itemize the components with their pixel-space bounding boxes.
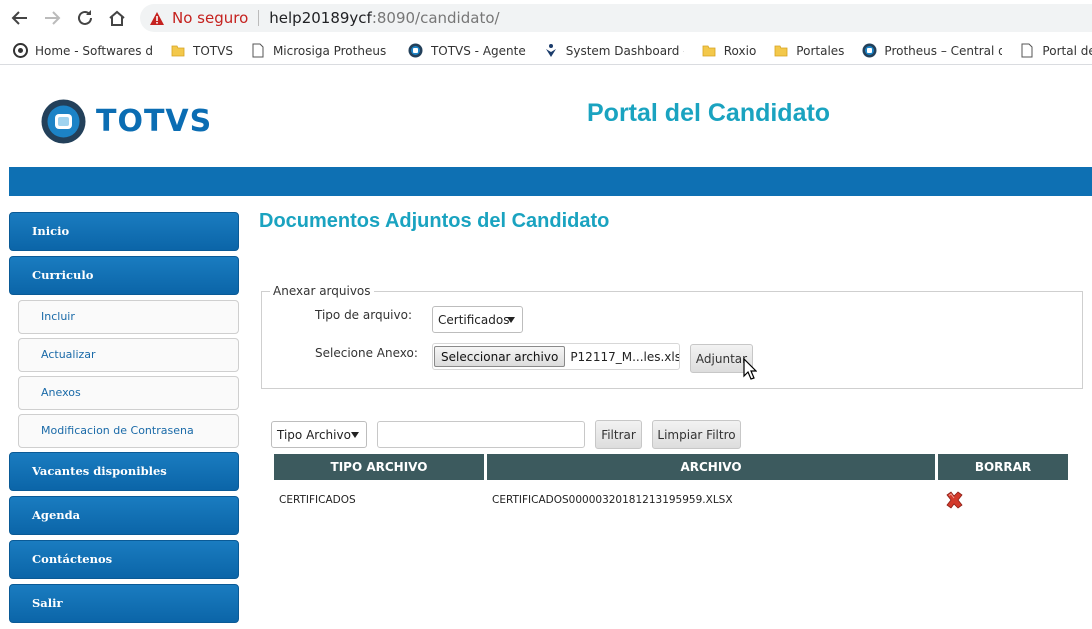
- logo-text: TOTVS: [96, 104, 213, 139]
- bookmark-item[interactable]: Home - Softwares de: [12, 43, 153, 59]
- attach-fieldset: [261, 291, 1083, 389]
- back-arrow-icon[interactable]: [8, 6, 32, 30]
- bookmark-item[interactable]: TOTVS - Agente: [408, 43, 526, 59]
- sidebar-item-incluir[interactable]: Incluir: [18, 300, 239, 334]
- file-type-label: Tipo de arquivo:: [315, 308, 413, 322]
- bookmark-label: TOTVS: [193, 43, 233, 58]
- chevron-down-icon: [351, 432, 359, 438]
- sidebar-item-actualizar[interactable]: Actualizar: [18, 338, 239, 372]
- totvs-blue-icon: [408, 43, 424, 59]
- bookmark-label: Portal de Nomin: [1042, 43, 1092, 58]
- chevron-down-icon: [507, 317, 515, 323]
- page-header: TOTVS Portal del Candidato: [0, 66, 1092, 167]
- reload-icon[interactable]: [73, 6, 97, 30]
- sidebar-item-curriculo[interactable]: Curriculo: [9, 256, 239, 295]
- sidebar-item-anexos[interactable]: Anexos: [18, 376, 239, 410]
- bookmark-label: Microsiga Protheus 1: [272, 43, 391, 58]
- bookmark-label: TOTVS - Agente: [430, 43, 526, 58]
- header-band: [9, 167, 1092, 196]
- choose-file-button[interactable]: Seleccionar archivo: [434, 346, 566, 367]
- forward-arrow-icon[interactable]: [40, 6, 64, 30]
- attach-legend: Anexar arquivos: [270, 284, 374, 298]
- sidebar-item-modificacion-de-contrasena[interactable]: Modificacion de Contrasena: [18, 414, 239, 448]
- sidebar-item-agenda[interactable]: Agenda: [9, 496, 239, 535]
- security-status[interactable]: No seguro: [172, 9, 248, 27]
- bookmark-label: Home - Softwares de: [35, 43, 153, 58]
- filter-text-input[interactable]: [377, 421, 585, 448]
- bookmark-label: System Dashboard -: [565, 43, 684, 58]
- sidebar-item-vacantes-disponibles[interactable]: Vacantes disponibles: [9, 452, 239, 491]
- totvs-circle-icon: [12, 43, 28, 59]
- bookmark-item[interactable]: Portal de Nomin: [1019, 43, 1092, 59]
- totvs-logo-icon: [41, 99, 86, 144]
- page-icon: [1019, 43, 1035, 59]
- bookmark-item[interactable]: TOTVS: [170, 43, 233, 59]
- filter-type-select[interactable]: Tipo Archivo: [271, 421, 367, 448]
- file-input[interactable]: Seleccionar archivo P12117_M...les.xlsx: [432, 343, 680, 370]
- sidebar-item-inicio[interactable]: Inicio: [9, 212, 239, 251]
- column-header-file-type: TIPO ARCHIVO: [274, 454, 484, 480]
- portal-title: Portal del Candidato: [587, 99, 831, 127]
- page-title: Documentos Adjuntos del Candidato: [259, 210, 610, 232]
- file-type-value: Certificados: [438, 312, 510, 327]
- row-file-name: CERTIFICADOS00000320181213195959.XLSX: [492, 494, 733, 506]
- url-host: help20189ycf: [269, 9, 372, 27]
- folder-icon: [773, 43, 789, 59]
- bookmark-item[interactable]: Microsiga Protheus 1: [250, 43, 391, 59]
- column-header-delete: BORRAR: [938, 454, 1068, 480]
- filter-type-value: Tipo Archivo: [277, 427, 351, 442]
- bookmark-label: Protheus – Central de: [884, 43, 1003, 58]
- bookmark-item[interactable]: System Dashboard -: [543, 43, 684, 59]
- bookmark-item[interactable]: Portales: [773, 43, 844, 59]
- browser-toolbar: No seguro help20189ycf:8090/candidato/: [0, 0, 1092, 36]
- omnibox-divider: [258, 10, 260, 26]
- delete-icon[interactable]: [944, 490, 964, 510]
- address-bar[interactable]: No seguro help20189ycf:8090/candidato/: [140, 4, 1092, 32]
- attach-button[interactable]: Adjuntar: [690, 344, 753, 373]
- sidebar-item-salir[interactable]: Salir: [9, 584, 239, 623]
- folder-icon: [701, 43, 717, 59]
- attachment-label: Selecione Anexo:: [315, 346, 418, 360]
- filter-button[interactable]: Filtrar: [595, 420, 642, 449]
- bookmark-item[interactable]: Roxio: [701, 43, 757, 59]
- page-icon: [250, 43, 266, 59]
- url-path: :8090/candidato/: [371, 9, 500, 27]
- bookmarks-bar: Home - Softwares de TOTVS Microsiga Prothe…: [0, 37, 1092, 65]
- totvs-blue-icon: [861, 43, 877, 59]
- folder-icon: [170, 43, 186, 59]
- clear-filter-button[interactable]: Limpiar Filtro: [652, 420, 741, 449]
- bookmark-label: Portales: [796, 43, 845, 58]
- dashboard-icon: [543, 43, 559, 59]
- bookmark-item[interactable]: Protheus – Central de: [861, 43, 1002, 59]
- sidebar-menu: Inicio Curriculo Incluir Actualizar Anexos Mo…: [9, 212, 239, 628]
- warning-icon: [148, 9, 166, 27]
- home-icon[interactable]: [105, 6, 129, 30]
- file-type-select[interactable]: Certificados: [432, 306, 523, 333]
- totvs-logo: TOTVS: [41, 99, 212, 144]
- sidebar-item-contactenos[interactable]: Contáctenos: [9, 540, 239, 579]
- bookmark-label: Roxio: [723, 43, 757, 58]
- selected-file-name: P12117_M...les.xlsx: [570, 349, 680, 364]
- row-file-type: CERTIFICADOS: [279, 494, 356, 506]
- column-header-file: ARCHIVO: [487, 454, 935, 480]
